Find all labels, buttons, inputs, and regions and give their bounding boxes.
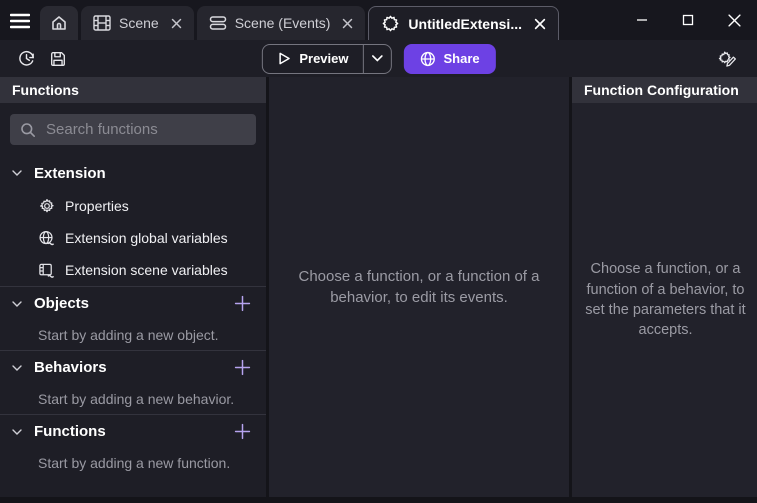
scene-variable-icon xyxy=(38,262,55,279)
add-function-button[interactable] xyxy=(230,420,254,444)
chevron-down-icon xyxy=(12,429,24,435)
tab-scene[interactable]: Scene xyxy=(81,6,194,40)
edit-extension-icon xyxy=(717,49,737,68)
events-placeholder-message: Choose a function, or a function of a be… xyxy=(269,266,569,308)
section-functions[interactable]: Functions xyxy=(0,414,266,448)
section-objects[interactable]: Objects xyxy=(0,286,266,320)
tab-close-button[interactable] xyxy=(171,18,182,29)
functions-list-panel: Functions Extension xyxy=(0,77,266,497)
hamburger-icon xyxy=(10,13,30,29)
main-area: Functions Extension xyxy=(0,77,757,503)
section-title: Behaviors xyxy=(34,359,107,376)
globe-variable-icon xyxy=(38,230,55,247)
save-icon xyxy=(49,50,67,68)
history-button[interactable] xyxy=(12,45,40,73)
maximize-button[interactable] xyxy=(665,0,711,40)
share-label: Share xyxy=(444,51,480,66)
tree-item-label: Extension scene variables xyxy=(65,262,228,278)
section-title: Objects xyxy=(34,295,89,312)
tab-home[interactable] xyxy=(40,6,78,40)
functions-tree: Extension Properties xyxy=(0,156,266,497)
chevron-down-icon xyxy=(12,170,24,176)
search-functions-input[interactable] xyxy=(46,121,246,138)
section-behaviors[interactable]: Behaviors xyxy=(0,350,266,384)
share-button[interactable]: Share xyxy=(404,44,496,74)
play-icon xyxy=(276,51,291,66)
objects-empty-text: Start by adding a new object. xyxy=(0,320,266,350)
window-controls xyxy=(619,0,757,40)
events-sheet-icon xyxy=(209,15,227,31)
extension-icon xyxy=(381,14,400,33)
section-title: Extension xyxy=(34,165,106,182)
functions-panel-header: Functions xyxy=(0,77,266,103)
toolbar: Preview Share xyxy=(0,40,757,77)
main-menu-button[interactable] xyxy=(0,4,40,38)
history-icon xyxy=(17,49,36,68)
tab-untitled-extension[interactable]: UntitledExtensi... xyxy=(368,6,559,40)
titlebar: Scene Scene (Events) xyxy=(0,0,757,40)
close-button[interactable] xyxy=(711,0,757,40)
configuration-placeholder-message: Choose a function, or a function of a be… xyxy=(582,259,750,340)
panel-title: Functions xyxy=(12,82,79,98)
tree-item-label: Extension global variables xyxy=(65,230,228,246)
preview-split-button: Preview xyxy=(261,44,391,74)
chevron-down-icon xyxy=(12,301,24,307)
function-configuration-header: Function Configuration xyxy=(572,77,757,103)
add-object-button[interactable] xyxy=(230,292,254,316)
edit-extension-button[interactable] xyxy=(713,45,741,73)
panel-title: Function Configuration xyxy=(584,82,739,98)
tree-item-label: Properties xyxy=(65,198,129,214)
tab-scene-events[interactable]: Scene (Events) xyxy=(197,6,366,40)
gear-icon xyxy=(38,198,55,214)
section-title: Functions xyxy=(34,423,106,440)
events-editor-panel: Choose a function, or a function of a be… xyxy=(269,77,569,497)
tab-label: UntitledExtensi... xyxy=(408,16,522,32)
search-box[interactable] xyxy=(10,114,256,145)
add-behavior-button[interactable] xyxy=(230,356,254,380)
preview-button[interactable]: Preview xyxy=(262,45,362,73)
tab-label: Scene (Events) xyxy=(235,15,331,31)
save-button[interactable] xyxy=(44,45,72,73)
preview-label: Preview xyxy=(299,51,348,66)
section-extension[interactable]: Extension xyxy=(0,156,266,190)
function-configuration-body: Choose a function, or a function of a be… xyxy=(572,103,757,497)
tab-close-button[interactable] xyxy=(534,18,546,30)
functions-empty-text: Start by adding a new function. xyxy=(0,448,266,478)
chevron-down-icon xyxy=(12,365,24,371)
film-icon xyxy=(93,15,111,31)
tab-close-button[interactable] xyxy=(342,18,353,29)
chevron-down-icon xyxy=(372,55,383,62)
globe-icon xyxy=(420,51,436,67)
preview-options-button[interactable] xyxy=(363,45,391,73)
tree-item-global-variables[interactable]: Extension global variables xyxy=(0,222,266,254)
tree-item-properties[interactable]: Properties xyxy=(0,190,266,222)
minimize-button[interactable] xyxy=(619,0,665,40)
search-icon xyxy=(20,122,36,138)
gdevelop-extension-editor-window: Scene Scene (Events) xyxy=(0,0,757,503)
tab-label: Scene xyxy=(119,15,159,31)
tree-item-scene-variables[interactable]: Extension scene variables xyxy=(0,254,266,286)
behaviors-empty-text: Start by adding a new behavior. xyxy=(0,384,266,414)
function-configuration-panel: Function Configuration Choose a function… xyxy=(572,77,757,497)
search-area xyxy=(0,103,266,156)
home-icon xyxy=(50,14,68,32)
